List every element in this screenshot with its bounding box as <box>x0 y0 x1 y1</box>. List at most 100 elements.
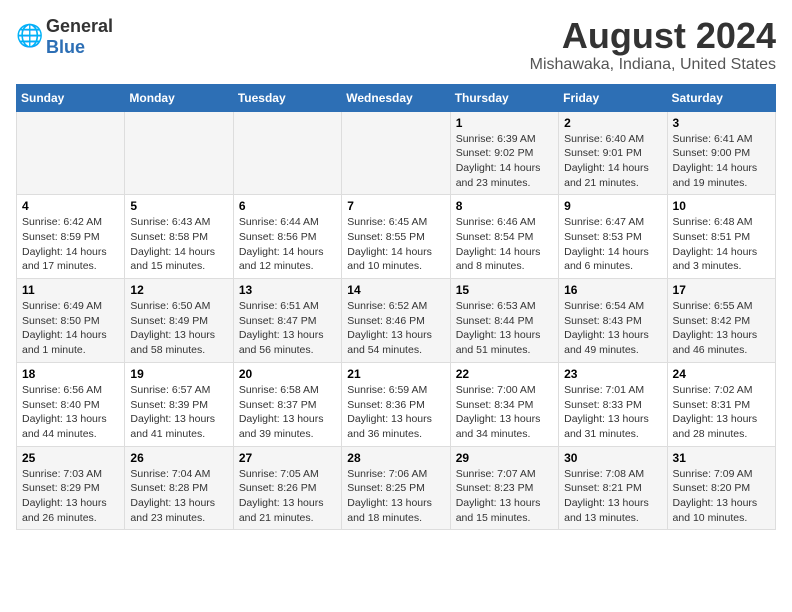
day-content: Sunrise: 6:42 AM Sunset: 8:59 PM Dayligh… <box>22 215 119 274</box>
calendar-cell: 13Sunrise: 6:51 AM Sunset: 8:47 PM Dayli… <box>233 279 341 363</box>
day-number: 13 <box>239 283 336 297</box>
day-number: 9 <box>564 199 661 213</box>
header-day-thursday: Thursday <box>450 84 558 111</box>
day-number: 19 <box>130 367 227 381</box>
subtitle: Mishawaka, Indiana, United States <box>530 56 776 74</box>
day-content: Sunrise: 7:04 AM Sunset: 8:28 PM Dayligh… <box>130 467 227 526</box>
day-number: 20 <box>239 367 336 381</box>
calendar-table: SundayMondayTuesdayWednesdayThursdayFrid… <box>16 84 776 531</box>
calendar-cell: 25 Sunrise: 7:03 AM Sunset: 8:29 PM Dayli… <box>17 446 125 530</box>
day-number: 23 <box>564 367 661 381</box>
calendar-cell: 1Sunrise: 6:39 AM Sunset: 9:02 PM Daylig… <box>450 111 558 195</box>
day-number: 4 <box>22 199 119 213</box>
svg-text:🌐: 🌐 <box>16 23 43 48</box>
calendar-cell: 24Sunrise: 7:02 AM Sunset: 8:31 PM Dayli… <box>667 362 775 446</box>
day-number: 8 <box>456 199 553 213</box>
day-number: 10 <box>673 199 770 213</box>
day-number: 1 <box>456 116 553 130</box>
calendar-cell: 27Sunrise: 7:05 AM Sunset: 8:26 PM Dayli… <box>233 446 341 530</box>
day-content: Sunrise: 7:00 AM Sunset: 8:34 PM Dayligh… <box>456 383 553 442</box>
day-number: 22 <box>456 367 553 381</box>
calendar-cell: 29 Sunrise: 7:07 AM Sunset: 8:23 PM Dayli… <box>450 446 558 530</box>
calendar-cell: 8 Sunrise: 6:46 AM Sunset: 8:54 PM Daylig… <box>450 195 558 279</box>
day-content: Sunrise: 6:52 AM Sunset: 8:46 PM Dayligh… <box>347 299 444 358</box>
header-day-friday: Friday <box>559 84 667 111</box>
day-content: Sunrise: 6:59 AM Sunset: 8:36 PM Dayligh… <box>347 383 444 442</box>
calendar-cell: 22 Sunrise: 7:00 AM Sunset: 8:34 PM Dayli… <box>450 362 558 446</box>
logo-icon: 🌐 <box>16 23 44 51</box>
day-number: 5 <box>130 199 227 213</box>
day-content: Sunrise: 7:02 AM Sunset: 8:31 PM Dayligh… <box>673 383 770 442</box>
day-content: Sunrise: 7:03 AM Sunset: 8:29 PM Dayligh… <box>22 467 119 526</box>
day-content: Sunrise: 6:49 AM Sunset: 8:50 PM Dayligh… <box>22 299 119 358</box>
calendar-cell: 4 Sunrise: 6:42 AM Sunset: 8:59 PM Daylig… <box>17 195 125 279</box>
calendar-week-row: 18 Sunrise: 6:56 AM Sunset: 8:40 PM Dayli… <box>17 362 776 446</box>
calendar-cell: 7 Sunrise: 6:45 AM Sunset: 8:55 PM Daylig… <box>342 195 450 279</box>
day-content: Sunrise: 7:06 AM Sunset: 8:25 PM Dayligh… <box>347 467 444 526</box>
day-content: Sunrise: 6:44 AM Sunset: 8:56 PM Dayligh… <box>239 215 336 274</box>
day-content: Sunrise: 6:54 AM Sunset: 8:43 PM Dayligh… <box>564 299 661 358</box>
day-number: 25 <box>22 451 119 465</box>
day-number: 16 <box>564 283 661 297</box>
calendar-cell: 30Sunrise: 7:08 AM Sunset: 8:21 PM Dayli… <box>559 446 667 530</box>
calendar-cell: 3Sunrise: 6:41 AM Sunset: 9:00 PM Daylig… <box>667 111 775 195</box>
logo-general: General <box>46 16 113 36</box>
main-title: August 2024 <box>530 16 776 56</box>
day-content: Sunrise: 6:47 AM Sunset: 8:53 PM Dayligh… <box>564 215 661 274</box>
calendar-cell: 11 Sunrise: 6:49 AM Sunset: 8:50 PM Dayli… <box>17 279 125 363</box>
day-content: Sunrise: 6:55 AM Sunset: 8:42 PM Dayligh… <box>673 299 770 358</box>
day-content: Sunrise: 6:50 AM Sunset: 8:49 PM Dayligh… <box>130 299 227 358</box>
day-number: 15 <box>456 283 553 297</box>
day-number: 18 <box>22 367 119 381</box>
header-day-sunday: Sunday <box>17 84 125 111</box>
day-content: Sunrise: 6:57 AM Sunset: 8:39 PM Dayligh… <box>130 383 227 442</box>
calendar-header-row: SundayMondayTuesdayWednesdayThursdayFrid… <box>17 84 776 111</box>
calendar-cell: 16 Sunrise: 6:54 AM Sunset: 8:43 PM Dayli… <box>559 279 667 363</box>
title-area: August 2024 Mishawaka, Indiana, United S… <box>530 16 776 74</box>
calendar-week-row: 1Sunrise: 6:39 AM Sunset: 9:02 PM Daylig… <box>17 111 776 195</box>
calendar-cell: 12 Sunrise: 6:50 AM Sunset: 8:49 PM Dayli… <box>125 279 233 363</box>
calendar-cell: 2Sunrise: 6:40 AM Sunset: 9:01 PM Daylig… <box>559 111 667 195</box>
day-content: Sunrise: 6:58 AM Sunset: 8:37 PM Dayligh… <box>239 383 336 442</box>
day-content: Sunrise: 6:56 AM Sunset: 8:40 PM Dayligh… <box>22 383 119 442</box>
day-number: 6 <box>239 199 336 213</box>
day-number: 29 <box>456 451 553 465</box>
day-content: Sunrise: 6:48 AM Sunset: 8:51 PM Dayligh… <box>673 215 770 274</box>
calendar-cell <box>125 111 233 195</box>
calendar-cell: 31Sunrise: 7:09 AM Sunset: 8:20 PM Dayli… <box>667 446 775 530</box>
calendar-cell: 15 Sunrise: 6:53 AM Sunset: 8:44 PM Dayli… <box>450 279 558 363</box>
day-number: 7 <box>347 199 444 213</box>
day-number: 31 <box>673 451 770 465</box>
logo-blue: Blue <box>46 37 85 57</box>
day-content: Sunrise: 6:53 AM Sunset: 8:44 PM Dayligh… <box>456 299 553 358</box>
header-day-tuesday: Tuesday <box>233 84 341 111</box>
day-number: 26 <box>130 451 227 465</box>
day-content: Sunrise: 7:07 AM Sunset: 8:23 PM Dayligh… <box>456 467 553 526</box>
calendar-cell: 10 Sunrise: 6:48 AM Sunset: 8:51 PM Dayli… <box>667 195 775 279</box>
calendar-cell <box>17 111 125 195</box>
day-content: Sunrise: 6:43 AM Sunset: 8:58 PM Dayligh… <box>130 215 227 274</box>
calendar-cell: 17 Sunrise: 6:55 AM Sunset: 8:42 PM Dayli… <box>667 279 775 363</box>
calendar-cell: 19 Sunrise: 6:57 AM Sunset: 8:39 PM Dayli… <box>125 362 233 446</box>
day-number: 2 <box>564 116 661 130</box>
calendar-cell: 21 Sunrise: 6:59 AM Sunset: 8:36 PM Dayli… <box>342 362 450 446</box>
day-number: 14 <box>347 283 444 297</box>
day-content: Sunrise: 6:41 AM Sunset: 9:00 PM Dayligh… <box>673 132 770 191</box>
day-number: 17 <box>673 283 770 297</box>
header-day-monday: Monday <box>125 84 233 111</box>
day-content: Sunrise: 6:46 AM Sunset: 8:54 PM Dayligh… <box>456 215 553 274</box>
day-number: 21 <box>347 367 444 381</box>
day-number: 11 <box>22 283 119 297</box>
day-content: Sunrise: 7:08 AM Sunset: 8:21 PM Dayligh… <box>564 467 661 526</box>
calendar-week-row: 25 Sunrise: 7:03 AM Sunset: 8:29 PM Dayli… <box>17 446 776 530</box>
day-number: 12 <box>130 283 227 297</box>
calendar-cell: 5 Sunrise: 6:43 AM Sunset: 8:58 PM Daylig… <box>125 195 233 279</box>
calendar-cell: 9 Sunrise: 6:47 AM Sunset: 8:53 PM Daylig… <box>559 195 667 279</box>
calendar-cell: 26 Sunrise: 7:04 AM Sunset: 8:28 PM Dayli… <box>125 446 233 530</box>
day-content: Sunrise: 6:45 AM Sunset: 8:55 PM Dayligh… <box>347 215 444 274</box>
day-content: Sunrise: 7:01 AM Sunset: 8:33 PM Dayligh… <box>564 383 661 442</box>
calendar-week-row: 11 Sunrise: 6:49 AM Sunset: 8:50 PM Dayli… <box>17 279 776 363</box>
calendar-cell: 28Sunrise: 7:06 AM Sunset: 8:25 PM Dayli… <box>342 446 450 530</box>
calendar-cell: 14 Sunrise: 6:52 AM Sunset: 8:46 PM Dayli… <box>342 279 450 363</box>
calendar-cell: 6 Sunrise: 6:44 AM Sunset: 8:56 PM Daylig… <box>233 195 341 279</box>
